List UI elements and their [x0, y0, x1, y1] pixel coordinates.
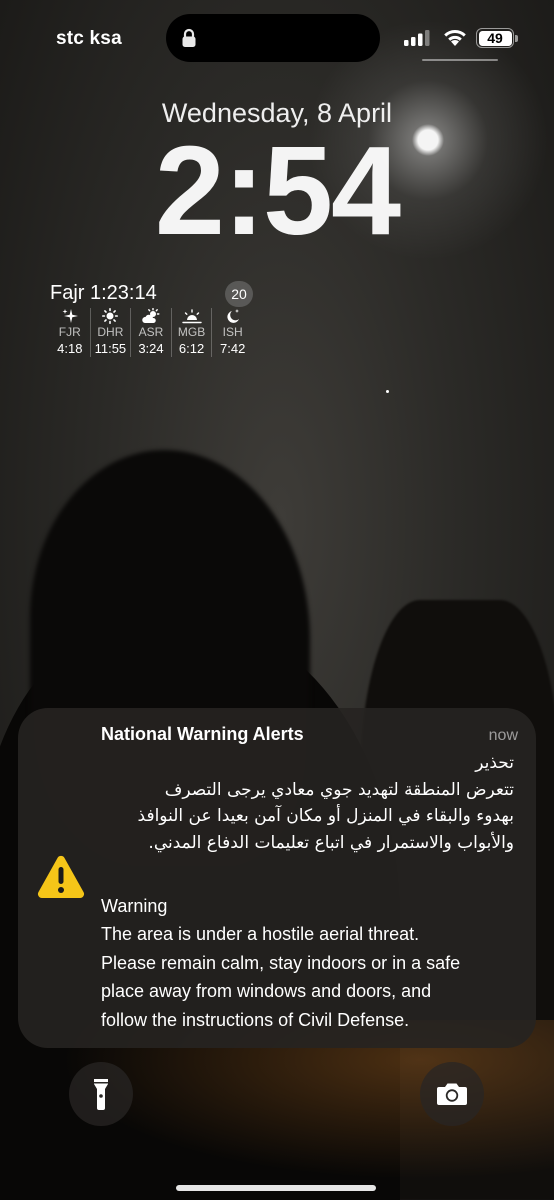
dynamic-island: [166, 14, 380, 62]
sun-cloud-icon: [142, 308, 160, 323]
prayer-countdown[interactable]: Fajr 1:23:14: [50, 282, 157, 305]
flashlight-button[interactable]: [69, 1062, 133, 1126]
prayer-time: 6:12: [178, 341, 205, 356]
prayer-name: FJR: [58, 325, 81, 339]
prayer-name: ISH: [222, 325, 243, 339]
prayer-dhr: DHR 11:55: [91, 308, 132, 357]
prayer-time: 3:24: [138, 341, 164, 356]
prayer-asr: ASR 3:24: [131, 308, 172, 357]
battery-icon: 49: [476, 28, 514, 48]
carrier-label: stc ksa: [56, 28, 122, 49]
sun-icon: [102, 308, 119, 324]
notification-app-name: National Warning Alerts: [101, 724, 304, 744]
control-center-handle[interactable]: [422, 59, 498, 61]
wifi-icon: [444, 30, 466, 46]
english-line: The area is under a hostile aerial threa…: [101, 924, 420, 945]
prayer-time: 11:55: [94, 341, 127, 356]
english-line: Warning: [101, 896, 168, 916]
prayer-mgb: MGB 6:12: [172, 308, 213, 357]
prayer-time: 4:18: [57, 341, 83, 356]
notification-body-english: Warning The area is under a hostile aeri…: [101, 892, 515, 1034]
arabic-line: تحذير: [475, 753, 514, 773]
battery-nub: [515, 35, 518, 42]
prayer-time: 7:42: [220, 341, 246, 356]
camera-icon: [437, 1083, 467, 1105]
moon-stars-icon: [227, 309, 239, 323]
lock-screen-clock: 2:54: [154, 120, 401, 261]
home-indicator[interactable]: [176, 1185, 376, 1191]
wallpaper-star: [386, 390, 389, 393]
english-line: follow the instructions of Civil Defense…: [101, 1009, 410, 1030]
arabic-line: تتعرض المنطقة لتهديد جوي معادي يرجى التص…: [164, 779, 514, 800]
cellular-signal-icon: [404, 30, 430, 46]
battery-level: 49: [478, 30, 512, 46]
notification-timestamp: now: [488, 727, 518, 744]
flashlight-icon: [94, 1079, 108, 1110]
notification-body-arabic: تحذير تتعرض المنطقة لتهديد جوي معادي يرج…: [100, 750, 514, 856]
lock-icon: [182, 28, 196, 47]
sparkle-icon: [62, 309, 78, 323]
arabic-line: بهدوء والبقاء في المنزل أو مكان آمن بعيد…: [137, 806, 514, 826]
prayer-ish: ISH 7:42: [212, 308, 253, 357]
english-line: Please remain calm, stay indoors or in a…: [101, 952, 461, 973]
prayer-times-widget[interactable]: FJR 4:18 DHR 11:55 ASR 3:24 MGB 6:12 ISH…: [50, 308, 253, 357]
prayer-name: DHR: [97, 325, 124, 339]
prayer-name: MGB: [177, 325, 206, 339]
prayer-fjr: FJR 4:18: [50, 308, 91, 357]
camera-button[interactable]: [420, 1062, 484, 1126]
sunset-icon: [181, 309, 202, 324]
prayer-name: ASR: [138, 325, 164, 339]
english-line: place away from windows and doors, and: [101, 981, 432, 1002]
arabic-line: والأبواب والاستمرار في اتباع تعليمات الد…: [148, 832, 514, 853]
prayer-badge: 20: [225, 281, 253, 307]
warning-triangle-icon: [37, 855, 85, 899]
